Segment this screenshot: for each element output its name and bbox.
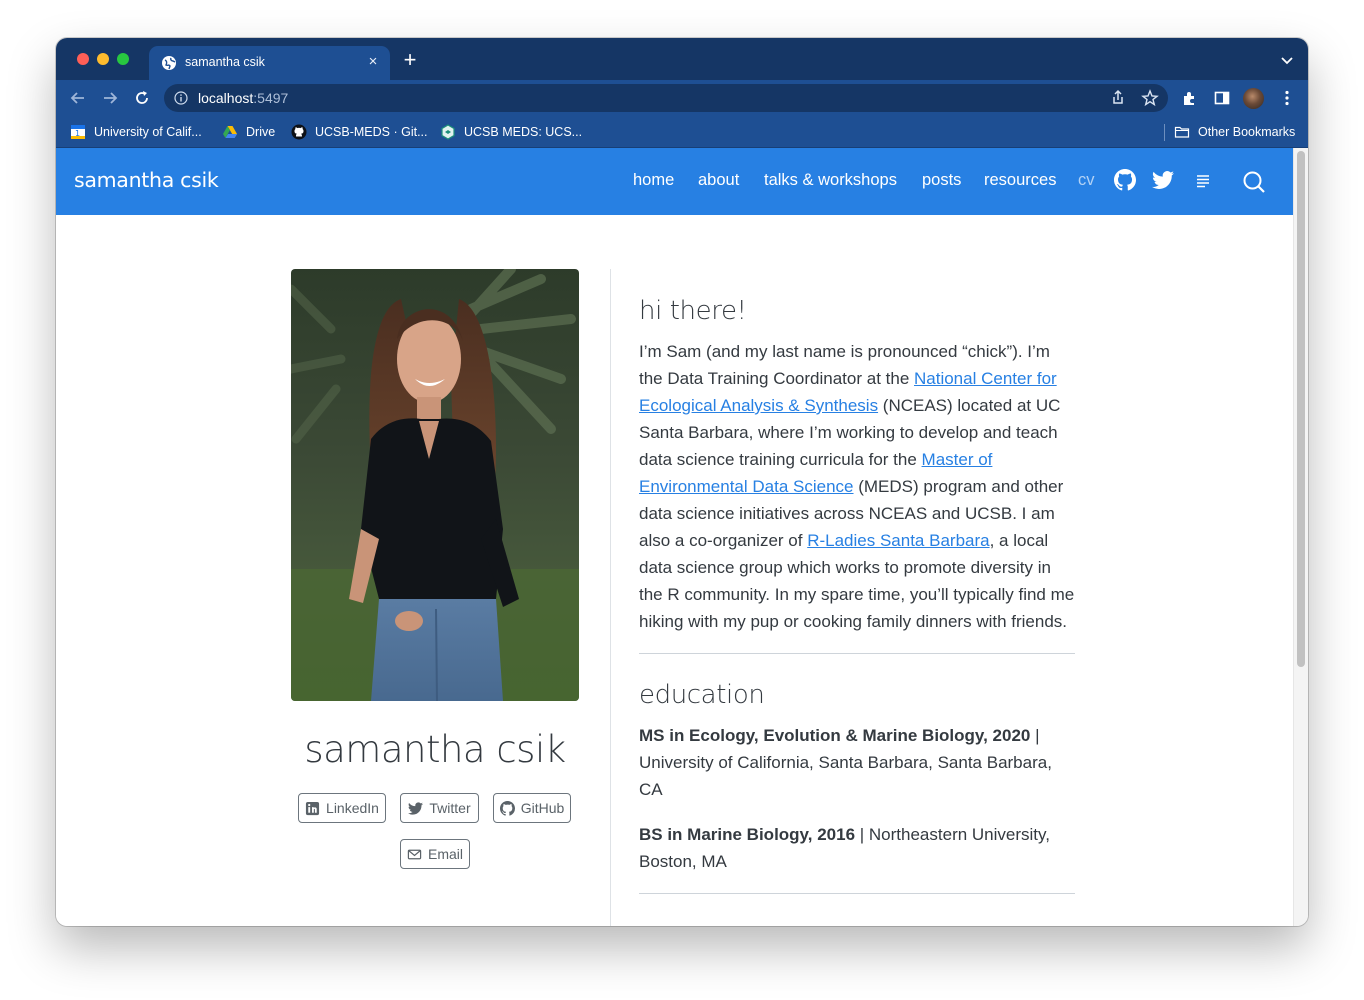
nav-cv[interactable]: cv bbox=[1078, 171, 1095, 190]
envelope-icon bbox=[407, 849, 422, 859]
other-bookmarks[interactable]: Other Bookmarks bbox=[1174, 123, 1295, 141]
close-window-button[interactable] bbox=[77, 53, 89, 65]
forward-arrow-icon[interactable] bbox=[100, 88, 120, 108]
browser-window: samantha csik × + localhost:5497 1 Unive… bbox=[56, 38, 1308, 926]
bookmark-ucsb-meds-github[interactable]: UCSB-MEDS · Git... bbox=[291, 123, 428, 141]
nav-talks-workshops[interactable]: talks & workshops bbox=[764, 171, 897, 190]
about-content: hi there! I’m Sam (and my last name is p… bbox=[639, 296, 1075, 920]
bookmark-label: UCSB MEDS: UCS... bbox=[464, 125, 583, 139]
search-icon[interactable] bbox=[1242, 170, 1266, 194]
site-navbar: samantha csik home about talks & worksho… bbox=[56, 148, 1293, 215]
section-divider bbox=[639, 893, 1075, 894]
github-icon bbox=[291, 124, 307, 140]
bookmarks-bar: 1 University of Calif... Drive UCSB-MEDS… bbox=[56, 116, 1308, 148]
url-text: localhost:5497 bbox=[198, 90, 289, 106]
maximize-window-button[interactable] bbox=[117, 53, 129, 65]
address-bar[interactable]: localhost:5497 bbox=[164, 84, 1168, 112]
twitter-label: Twitter bbox=[429, 800, 471, 816]
linkedin-label: LinkedIn bbox=[326, 800, 379, 816]
back-arrow-icon[interactable] bbox=[68, 88, 88, 108]
bookmark-label: University of Calif... bbox=[94, 125, 202, 139]
page-scrollbar[interactable] bbox=[1293, 148, 1308, 926]
reload-icon[interactable] bbox=[132, 88, 152, 108]
nav-posts[interactable]: posts bbox=[922, 171, 961, 190]
profile-name: samantha csik bbox=[304, 728, 566, 771]
twitter-icon[interactable] bbox=[1152, 169, 1174, 191]
kebab-menu-icon[interactable] bbox=[1277, 88, 1297, 108]
profile-photo bbox=[291, 269, 579, 701]
linkedin-icon bbox=[305, 801, 320, 815]
share-icon[interactable] bbox=[1108, 88, 1128, 108]
menu-lines-icon[interactable] bbox=[1192, 169, 1214, 191]
side-panel-icon[interactable] bbox=[1212, 88, 1232, 108]
github-label: GitHub bbox=[520, 800, 565, 816]
folder-icon bbox=[1174, 126, 1190, 138]
github-icon[interactable] bbox=[1114, 169, 1136, 191]
intro-heading: hi there! bbox=[639, 296, 747, 326]
section-divider bbox=[639, 653, 1075, 654]
minimize-window-button[interactable] bbox=[97, 53, 109, 65]
svg-text:1: 1 bbox=[75, 129, 80, 138]
github-button[interactable]: GitHub bbox=[493, 793, 571, 823]
browser-tab[interactable]: samantha csik × bbox=[149, 46, 390, 80]
web-page: samantha csik home about talks & worksho… bbox=[56, 148, 1293, 926]
profile-avatar[interactable] bbox=[1243, 88, 1264, 109]
hexagon-logo-icon bbox=[441, 124, 455, 140]
other-bookmarks-label: Other Bookmarks bbox=[1198, 125, 1296, 139]
globe-icon bbox=[162, 56, 176, 70]
google-drive-icon bbox=[223, 126, 237, 138]
intro-paragraph: I’m Sam (and my last name is pronounced … bbox=[639, 342, 1075, 631]
education-item: BS in Marine Biology, 2016 | Northeaster… bbox=[639, 825, 1050, 871]
bookmarks-separator bbox=[1164, 124, 1165, 141]
rladies-link[interactable]: R-Ladies Santa Barbara bbox=[807, 531, 989, 550]
chevron-down-icon[interactable] bbox=[1280, 53, 1294, 67]
nav-home[interactable]: home bbox=[633, 171, 674, 190]
bookmark-label: Drive bbox=[246, 125, 276, 139]
education-heading: education bbox=[639, 680, 765, 710]
column-divider bbox=[610, 269, 611, 926]
bookmark-university[interactable]: 1 University of Calif... bbox=[70, 123, 202, 141]
info-icon[interactable] bbox=[174, 91, 188, 105]
linkedin-button[interactable]: LinkedIn bbox=[298, 793, 386, 823]
twitter-icon bbox=[408, 801, 424, 815]
twitter-button[interactable]: Twitter bbox=[400, 793, 479, 823]
scrollbar-thumb[interactable] bbox=[1297, 151, 1305, 667]
nav-resources[interactable]: resources bbox=[984, 171, 1056, 190]
tab-title: samantha csik bbox=[185, 55, 265, 69]
calendar-icon: 1 bbox=[71, 125, 85, 139]
education-item: MS in Ecology, Evolution & Marine Biolog… bbox=[639, 726, 1052, 799]
bookmark-label: UCSB-MEDS · Git... bbox=[315, 125, 428, 139]
browser-toolbar: localhost:5497 bbox=[56, 80, 1308, 116]
bookmark-ucsb-meds[interactable]: UCSB MEDS: UCS... bbox=[440, 123, 582, 141]
github-icon bbox=[499, 800, 515, 816]
email-label: Email bbox=[427, 846, 463, 862]
email-button[interactable]: Email bbox=[400, 839, 470, 869]
nav-about[interactable]: about bbox=[698, 171, 739, 190]
tab-strip: samantha csik × + bbox=[56, 38, 1308, 80]
extensions-icon[interactable] bbox=[1180, 88, 1200, 108]
new-tab-button[interactable]: + bbox=[399, 49, 421, 72]
bookmark-drive[interactable]: Drive bbox=[222, 123, 275, 141]
star-icon[interactable] bbox=[1140, 88, 1160, 108]
tab-close-icon[interactable]: × bbox=[364, 53, 382, 71]
site-brand[interactable]: samantha csik bbox=[74, 168, 219, 192]
